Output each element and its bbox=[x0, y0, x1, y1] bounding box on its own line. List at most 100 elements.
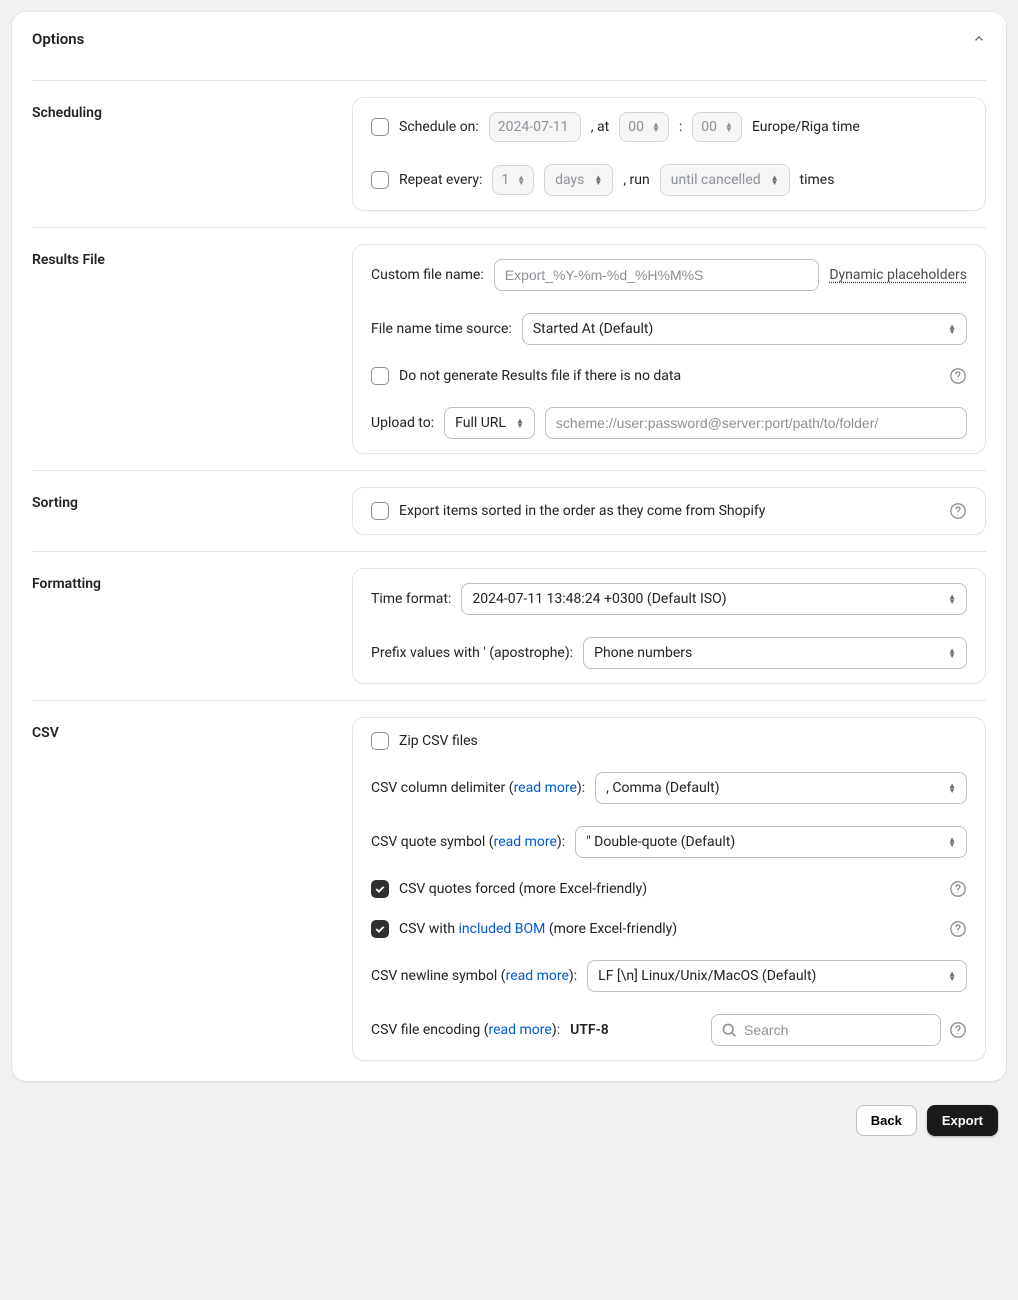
encoding-search-wrap bbox=[711, 1014, 941, 1046]
search-icon bbox=[721, 1022, 737, 1038]
zip-label: Zip CSV files bbox=[399, 733, 478, 749]
select-arrows-icon: ▲▼ bbox=[948, 837, 956, 847]
help-icon[interactable] bbox=[949, 367, 967, 385]
repeat-checkbox[interactable] bbox=[371, 171, 389, 189]
dynamic-placeholders-link[interactable]: Dynamic placeholders bbox=[829, 267, 967, 283]
schedule-date-input[interactable]: 2024-07-11 bbox=[489, 112, 581, 142]
prefix-select[interactable]: Phone numbers ▲▼ bbox=[583, 637, 967, 669]
schedule-on-checkbox[interactable] bbox=[371, 118, 389, 136]
time-source-row: File name time source: Started At (Defau… bbox=[371, 313, 967, 345]
custom-filename-row: Custom file name: Dynamic placeholders bbox=[371, 259, 967, 291]
times-label: times bbox=[800, 172, 835, 188]
stepper-arrows-icon: ▲▼ bbox=[517, 175, 525, 185]
newline-label: CSV newline symbol (read more): bbox=[371, 968, 577, 984]
repeat-unit-select[interactable]: days ▲▼ bbox=[544, 164, 613, 196]
time-format-select[interactable]: 2024-07-11 13:48:24 +0300 (Default ISO) … bbox=[461, 583, 967, 615]
select-arrows-icon: ▲▼ bbox=[516, 418, 524, 428]
no-data-checkbox[interactable] bbox=[371, 367, 389, 385]
section-label-scheduling: Scheduling bbox=[32, 97, 332, 211]
run-label: , run bbox=[623, 172, 649, 188]
quote-label: CSV quote symbol (read more): bbox=[371, 834, 565, 850]
upload-url-input[interactable] bbox=[545, 407, 967, 439]
stepper-arrows-icon: ▲▼ bbox=[652, 122, 660, 132]
check-icon bbox=[374, 923, 386, 935]
encoding-search-input[interactable] bbox=[711, 1014, 941, 1046]
zip-row: Zip CSV files bbox=[371, 732, 967, 750]
bom-checkbox[interactable] bbox=[371, 920, 389, 938]
section-label-formatting: Formatting bbox=[32, 568, 332, 684]
quote-select[interactable]: " Double-quote (Default) ▲▼ bbox=[575, 826, 967, 858]
select-arrows-icon: ▲▼ bbox=[948, 648, 956, 658]
time-source-select[interactable]: Started At (Default) ▲▼ bbox=[522, 313, 967, 345]
schedule-on-label: Schedule on: bbox=[399, 119, 479, 135]
read-more-link[interactable]: read more bbox=[494, 834, 557, 850]
newline-row: CSV newline symbol (read more): LF [\n] … bbox=[371, 960, 967, 992]
help-icon[interactable] bbox=[949, 502, 967, 520]
zip-checkbox[interactable] bbox=[371, 732, 389, 750]
time-format-label: Time format: bbox=[371, 591, 451, 607]
col-delim-label: CSV column delimiter (read more): bbox=[371, 780, 585, 796]
section-label-csv: CSV bbox=[32, 717, 332, 1061]
repeat-label: Repeat every: bbox=[399, 172, 482, 188]
select-arrows-icon: ▲▼ bbox=[948, 783, 956, 793]
schedule-minute-stepper[interactable]: 00 ▲▼ bbox=[692, 112, 742, 142]
section-results: Results File Custom file name: Dynamic p… bbox=[32, 227, 986, 470]
schedule-hour-stepper[interactable]: 00 ▲▼ bbox=[619, 112, 669, 142]
included-bom-link[interactable]: included BOM bbox=[459, 921, 546, 937]
select-arrows-icon: ▲▼ bbox=[594, 175, 602, 185]
read-more-link[interactable]: read more bbox=[514, 780, 577, 796]
prefix-row: Prefix values with ' (apostrophe): Phone… bbox=[371, 637, 967, 669]
shopify-order-checkbox[interactable] bbox=[371, 502, 389, 520]
read-more-link[interactable]: read more bbox=[489, 1022, 552, 1038]
stepper-arrows-icon: ▲▼ bbox=[725, 122, 733, 132]
export-button[interactable]: Export bbox=[927, 1105, 998, 1136]
newline-select[interactable]: LF [\n] Linux/Unix/MacOS (Default) ▲▼ bbox=[587, 960, 967, 992]
encoding-value: UTF-8 bbox=[570, 1022, 609, 1038]
panel-formatting: Time format: 2024-07-11 13:48:24 +0300 (… bbox=[352, 568, 986, 684]
select-arrows-icon: ▲▼ bbox=[948, 324, 956, 334]
upload-row: Upload to: Full URL ▲▼ bbox=[371, 407, 967, 439]
col-delim-select[interactable]: , Comma (Default) ▲▼ bbox=[595, 772, 967, 804]
panel-scheduling: Schedule on: 2024-07-11 , at 00 ▲▼ : 00 … bbox=[352, 97, 986, 211]
chevron-up-icon bbox=[972, 32, 986, 46]
colon-label: : bbox=[679, 119, 682, 135]
run-until-select[interactable]: until cancelled ▲▼ bbox=[660, 164, 790, 196]
prefix-label: Prefix values with ' (apostrophe): bbox=[371, 645, 573, 661]
section-label-sorting: Sorting bbox=[32, 487, 332, 535]
panel-csv: Zip CSV files CSV column delimiter (read… bbox=[352, 717, 986, 1061]
quotes-forced-label: CSV quotes forced (more Excel-friendly) bbox=[399, 881, 647, 897]
back-button[interactable]: Back bbox=[856, 1105, 917, 1136]
repeat-value-stepper[interactable]: 1 ▲▼ bbox=[492, 165, 534, 195]
tz-label: Europe/Riga time bbox=[752, 119, 860, 135]
section-formatting: Formatting Time format: 2024-07-11 13:48… bbox=[32, 551, 986, 700]
select-arrows-icon: ▲▼ bbox=[771, 175, 779, 185]
options-header[interactable]: Options bbox=[32, 12, 986, 80]
bom-label: CSV with included BOM (more Excel-friend… bbox=[399, 921, 677, 937]
encoding-label: CSV file encoding (read more): bbox=[371, 1022, 560, 1038]
upload-mode-select[interactable]: Full URL ▲▼ bbox=[444, 407, 535, 439]
schedule-on-row: Schedule on: 2024-07-11 , at 00 ▲▼ : 00 … bbox=[371, 112, 967, 142]
select-arrows-icon: ▲▼ bbox=[948, 594, 956, 604]
footer: Back Export bbox=[12, 1081, 1006, 1144]
quotes-forced-row: CSV quotes forced (more Excel-friendly) bbox=[371, 880, 967, 898]
bom-row: CSV with included BOM (more Excel-friend… bbox=[371, 920, 967, 938]
quote-row: CSV quote symbol (read more): " Double-q… bbox=[371, 826, 967, 858]
no-data-row: Do not generate Results file if there is… bbox=[371, 367, 967, 385]
panel-sorting: Export items sorted in the order as they… bbox=[352, 487, 986, 535]
repeat-row: Repeat every: 1 ▲▼ days ▲▼ , run until c… bbox=[371, 164, 967, 196]
shopify-order-row: Export items sorted in the order as they… bbox=[371, 502, 967, 520]
section-sorting: Sorting Export items sorted in the order… bbox=[32, 470, 986, 551]
panel-results: Custom file name: Dynamic placeholders F… bbox=[352, 244, 986, 454]
read-more-link[interactable]: read more bbox=[506, 968, 569, 984]
help-icon[interactable] bbox=[949, 880, 967, 898]
section-scheduling: Scheduling Schedule on: 2024-07-11 , at … bbox=[32, 80, 986, 227]
select-arrows-icon: ▲▼ bbox=[948, 971, 956, 981]
at-label: , at bbox=[591, 119, 609, 135]
check-icon bbox=[374, 883, 386, 895]
no-data-label: Do not generate Results file if there is… bbox=[399, 368, 681, 384]
help-icon[interactable] bbox=[949, 920, 967, 938]
help-icon[interactable] bbox=[949, 1021, 967, 1039]
custom-filename-input[interactable] bbox=[494, 259, 820, 291]
quotes-forced-checkbox[interactable] bbox=[371, 880, 389, 898]
custom-filename-label: Custom file name: bbox=[371, 267, 484, 283]
